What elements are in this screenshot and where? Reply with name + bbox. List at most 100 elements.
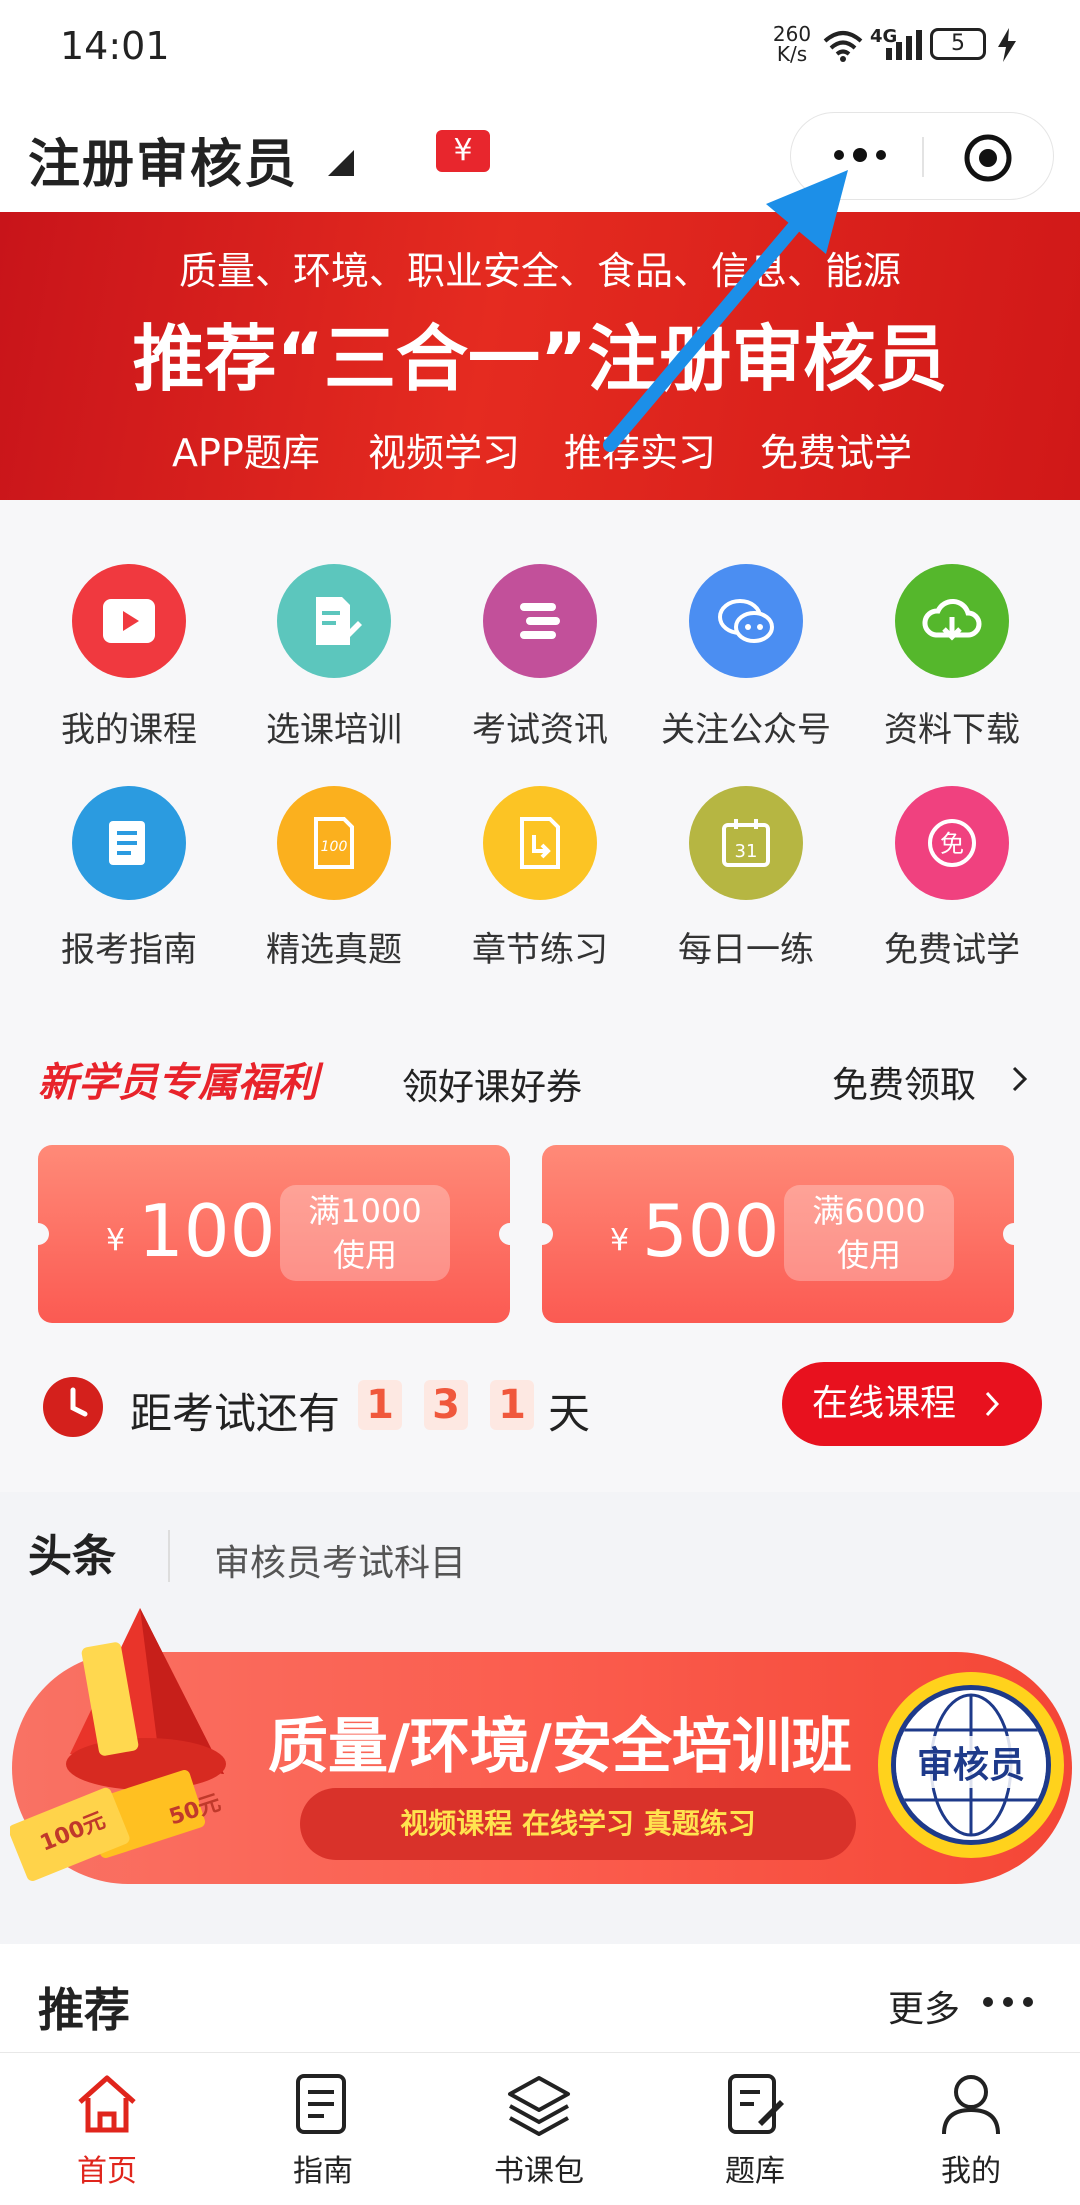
badge-text: 审核员 [896, 1736, 1046, 1788]
coupon-card[interactable]: ¥ 100 满1000 使用 [27, 1145, 521, 1323]
banner-feature: 视频学习 [368, 431, 521, 475]
recommend-title: 推荐 [38, 1983, 130, 2037]
my-courses-button[interactable] [72, 564, 186, 678]
grid-label: 资料下载 [884, 710, 1020, 750]
grid-label: 精选真题 [266, 930, 402, 970]
svg-text:31: 31 [735, 841, 758, 862]
svg-text:免: 免 [940, 830, 964, 858]
countdown-digit: 3 [424, 1380, 468, 1430]
headline-divider [168, 1530, 170, 1582]
coupon-notch [1003, 1223, 1025, 1245]
page-title[interactable]: 注册审核员 [28, 122, 298, 197]
claim-free-link[interactable]: 免费领取 [832, 1056, 976, 1108]
coupon-condition-line: 满6000 [812, 1192, 926, 1230]
course-training-button[interactable] [277, 564, 391, 678]
grid-label: 每日一练 [678, 930, 814, 970]
chapter-file-icon [520, 817, 560, 869]
charging-icon [998, 28, 1016, 62]
coupon-notch [531, 1223, 553, 1245]
coupon-ticket-icon[interactable]: ¥ [436, 130, 490, 172]
layers-icon [508, 2076, 570, 2137]
coupon-condition-line: 使用 [836, 1236, 901, 1274]
calendar-icon: 31 [722, 819, 770, 867]
countdown-suffix: 天 [548, 1389, 591, 1438]
promo-subtitle: 领好课好券 [402, 1067, 583, 1108]
cloud-download-icon [922, 599, 982, 641]
promo-title: 新学员专属福利 [38, 1060, 318, 1106]
daily-practice-button[interactable]: 31 [689, 786, 803, 900]
status-time: 14:01 [60, 24, 170, 68]
tab-home[interactable]: 首页 [42, 2072, 172, 2190]
globe-icon: 审核员 [891, 1685, 1051, 1845]
grid-label: 我的课程 [61, 710, 197, 750]
free-badge-icon: 免 [928, 819, 976, 867]
tab-label: 题库 [725, 2154, 785, 2189]
more-link[interactable]: 更多 [888, 1980, 960, 2032]
grid-label: 报考指南 [61, 930, 197, 970]
coupon-condition-line: 使用 [332, 1236, 397, 1274]
tab-course-bundle[interactable]: 书课包 [474, 2072, 604, 2190]
coupon-condition: 满6000 使用 [784, 1185, 954, 1281]
chevron-right-icon [985, 1391, 1000, 1417]
headline-bar [0, 1492, 1080, 1614]
banner-feature: APP题库 [172, 431, 320, 475]
clock-icon [43, 1377, 103, 1437]
coupon-currency: ¥ [106, 1223, 126, 1258]
headline-label: 头条 [28, 1531, 116, 1582]
online-courses-label: 在线课程 [812, 1383, 957, 1424]
grid-label: 免费试学 [884, 930, 1020, 970]
countdown-digit: 1 [490, 1380, 534, 1430]
tab-guide[interactable]: 指南 [258, 2072, 388, 2190]
online-courses-button[interactable]: 在线课程 [782, 1362, 1042, 1446]
follow-account-button[interactable] [689, 564, 803, 678]
wifi-icon [823, 31, 863, 62]
coupon-amount: 500 [642, 1189, 780, 1273]
more-menu-icon[interactable] [831, 145, 889, 165]
exam-guide-button[interactable] [72, 786, 186, 900]
auditor-badge: 审核员 [878, 1672, 1064, 1858]
ad-features: 视频课程 在线学习 真题练习 [300, 1788, 856, 1860]
capsule-divider [922, 137, 924, 177]
question-bank-icon [728, 2074, 784, 2134]
coupon-card[interactable]: ¥ 500 满6000 使用 [531, 1145, 1025, 1323]
tab-question-bank[interactable]: 题库 [690, 2072, 820, 2190]
guide-doc-icon [109, 821, 145, 865]
close-target-icon[interactable] [963, 133, 1013, 183]
coupon-condition-line: 满1000 [308, 1192, 422, 1230]
headline-news-link[interactable]: 审核员考试科目 [214, 1534, 466, 1586]
tab-profile[interactable]: 我的 [906, 2072, 1036, 2190]
coupon-amount: 100 [138, 1189, 276, 1273]
grid-label: 关注公众号 [661, 710, 831, 750]
downloads-button[interactable] [895, 564, 1009, 678]
home-icon [78, 2075, 136, 2133]
past-papers-button[interactable]: 100 [277, 786, 391, 900]
play-icon [103, 599, 155, 643]
coupon-notch [499, 1223, 521, 1245]
message-lines-icon [520, 603, 560, 639]
grid-label: 选课培训 [266, 710, 402, 750]
coupon-notch [27, 1223, 49, 1245]
tab-label: 我的 [941, 2154, 1001, 2189]
signal-icon [886, 30, 922, 60]
chapter-practice-button[interactable] [483, 786, 597, 900]
dropdown-triangle-icon[interactable] [328, 150, 354, 176]
chevron-right-icon[interactable] [1010, 1064, 1030, 1094]
top-banner[interactable]: 质量、环境、职业安全、食品、信息、能源 推荐“三合一”注册审核员 APP题库 视… [0, 212, 1080, 500]
speed-value: 260 [772, 22, 812, 46]
battery-indicator: 5 [930, 28, 986, 60]
wechat-icon [718, 599, 774, 643]
tab-label: 书课包 [494, 2154, 584, 2189]
countdown-prefix: 距考试还有 [130, 1389, 341, 1438]
grid-label: 考试资讯 [472, 710, 608, 750]
document-edit-icon [316, 597, 362, 645]
exam-news-button[interactable] [483, 564, 597, 678]
free-trial-button[interactable]: 免 [895, 786, 1009, 900]
countdown-digit: 1 [358, 1380, 402, 1430]
coupon-condition: 满1000 使用 [280, 1185, 450, 1281]
grid-label: 章节练习 [472, 930, 608, 970]
more-dots-icon[interactable] [982, 1994, 1034, 2010]
speed-unit: K/s [776, 42, 808, 66]
guide-icon [296, 2074, 346, 2134]
user-icon [942, 2075, 1000, 2135]
banner-subjects: 质量、环境、职业安全、食品、信息、能源 [178, 249, 901, 293]
